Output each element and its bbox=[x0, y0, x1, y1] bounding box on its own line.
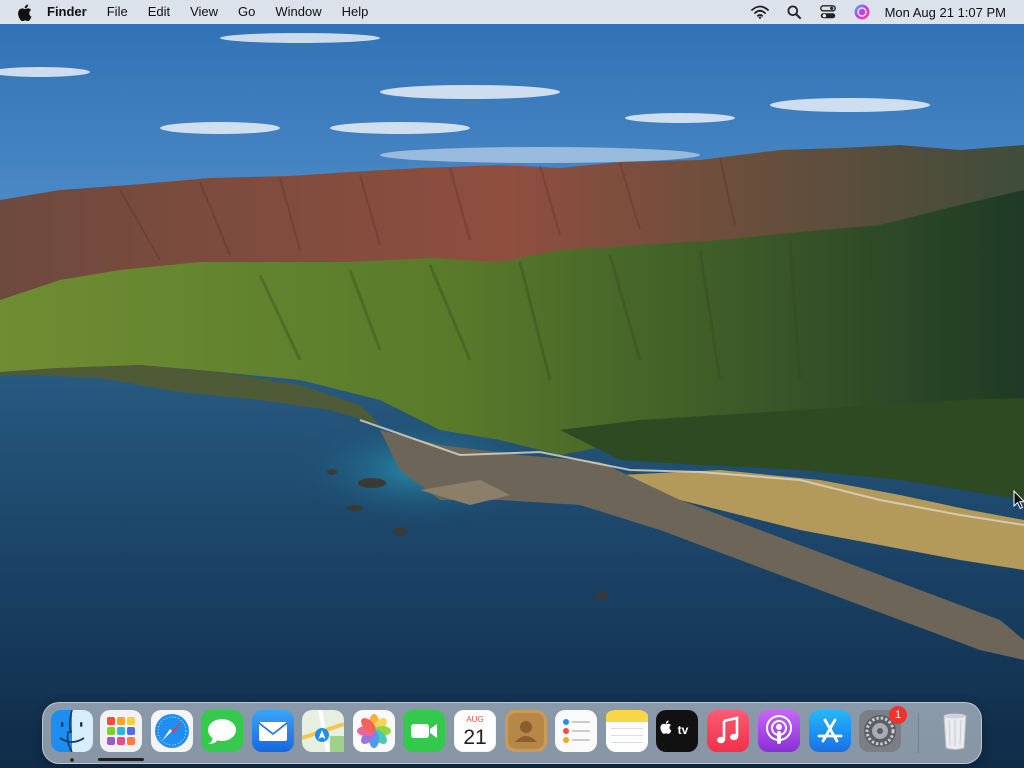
mouse-cursor-icon bbox=[1013, 490, 1024, 510]
menu-app-name[interactable]: Finder bbox=[37, 0, 97, 24]
dock-notes[interactable] bbox=[606, 710, 648, 752]
desktop-wallpaper bbox=[0, 0, 1024, 768]
dock-tv[interactable]: tv bbox=[656, 710, 698, 752]
dock-safari[interactable] bbox=[151, 710, 193, 752]
calendar-month-label: AUG bbox=[466, 715, 483, 724]
menu-help[interactable]: Help bbox=[332, 0, 379, 24]
menu-window[interactable]: Window bbox=[265, 0, 331, 24]
siri-icon[interactable] bbox=[845, 0, 879, 24]
reminders-icon bbox=[555, 710, 597, 752]
messages-icon bbox=[201, 710, 243, 752]
spotlight-search-icon[interactable] bbox=[777, 0, 811, 24]
dock-calendar[interactable]: AUG 21 bbox=[454, 710, 496, 752]
menu-file[interactable]: File bbox=[97, 0, 138, 24]
wifi-icon[interactable] bbox=[743, 0, 777, 24]
dock-maps[interactable] bbox=[302, 710, 344, 752]
menu-edit[interactable]: Edit bbox=[138, 0, 180, 24]
maps-icon bbox=[302, 710, 344, 752]
apple-tv-icon: tv bbox=[656, 710, 698, 752]
app-store-icon bbox=[809, 710, 851, 752]
dock-photos[interactable] bbox=[353, 710, 395, 752]
music-icon bbox=[707, 710, 749, 752]
facetime-icon bbox=[403, 710, 445, 752]
tv-label: tv bbox=[678, 723, 689, 737]
dock-launchpad[interactable] bbox=[100, 710, 142, 752]
notification-badge: 1 bbox=[889, 706, 907, 724]
trash-icon bbox=[943, 713, 967, 750]
finder-icon bbox=[51, 710, 93, 752]
dock-messages[interactable] bbox=[201, 710, 243, 752]
menu-go[interactable]: Go bbox=[228, 0, 265, 24]
dock-scroll-indicator bbox=[98, 758, 144, 761]
podcasts-icon bbox=[758, 710, 800, 752]
contacts-icon bbox=[505, 710, 547, 752]
menu-bar-clock[interactable]: Mon Aug 21 1:07 PM bbox=[879, 5, 1006, 20]
dock: AUG 21 tv 1 bbox=[42, 702, 982, 764]
mail-icon bbox=[252, 710, 294, 752]
dock-separator bbox=[918, 713, 919, 753]
finder-running-indicator bbox=[70, 758, 74, 762]
notes-icon bbox=[606, 710, 648, 752]
menu-view[interactable]: View bbox=[180, 0, 228, 24]
dock-podcasts[interactable] bbox=[758, 710, 800, 752]
dock-finder[interactable] bbox=[51, 710, 93, 752]
dock-facetime[interactable] bbox=[403, 710, 445, 752]
dock-music[interactable] bbox=[707, 710, 749, 752]
dock-contacts[interactable] bbox=[505, 710, 547, 752]
launchpad-icon bbox=[100, 710, 142, 752]
menu-bar: Finder File Edit View Go Window Help Mon… bbox=[0, 0, 1024, 24]
photos-icon bbox=[353, 710, 395, 752]
dock-reminders[interactable] bbox=[555, 710, 597, 752]
dock-app-store[interactable] bbox=[809, 710, 851, 752]
dock-mail[interactable] bbox=[252, 710, 294, 752]
calendar-icon: AUG 21 bbox=[454, 710, 496, 752]
control-center-icon[interactable] bbox=[811, 0, 845, 24]
dock-trash[interactable] bbox=[934, 710, 976, 752]
calendar-day-label: 21 bbox=[463, 726, 486, 749]
safari-icon bbox=[151, 710, 193, 752]
apple-menu-icon[interactable] bbox=[11, 4, 37, 21]
